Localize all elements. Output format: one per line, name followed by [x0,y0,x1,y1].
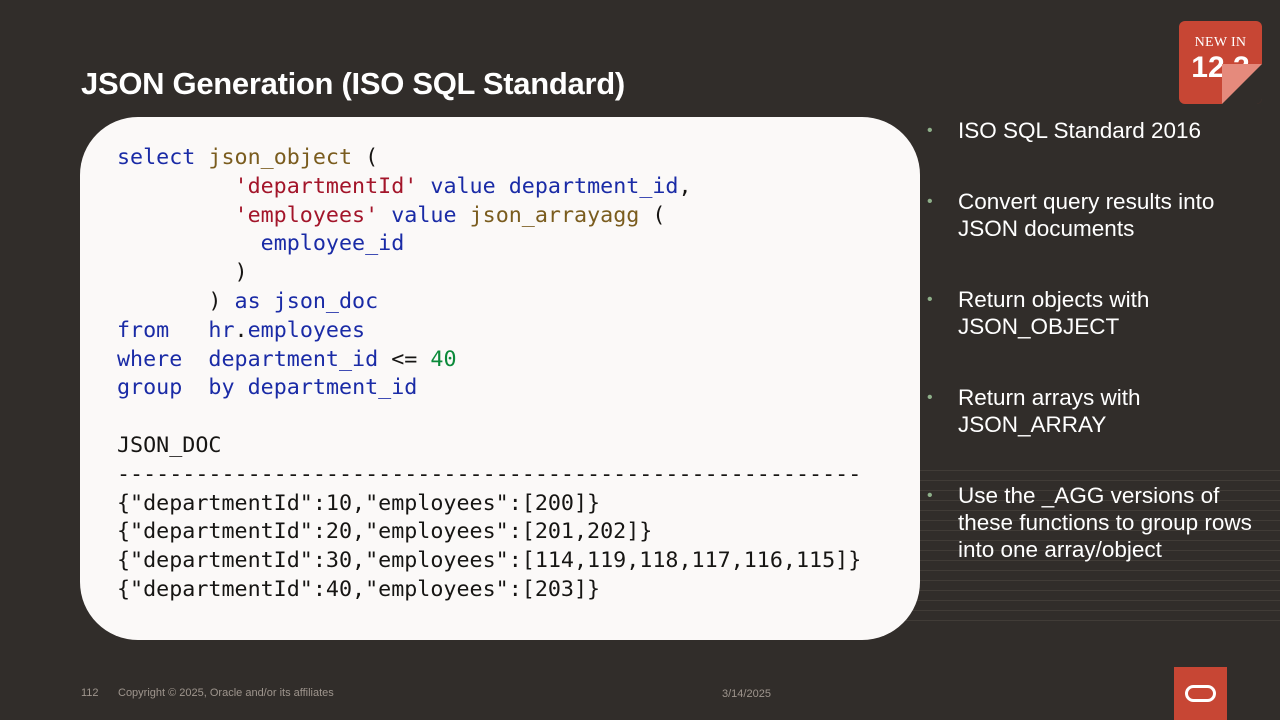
slide-date: 3/14/2025 [722,688,771,700]
copyright-text: Copyright © 2025, Oracle and/or its affi… [118,687,334,699]
code-line: JSON_DOC [117,433,221,458]
code-block: select json_object ( 'departmentId' valu… [117,144,861,605]
code-token: employee_id [260,231,405,257]
code-token: from [117,317,170,343]
bullet-text: Return arrays with JSON_ARRAY [958,385,1141,437]
bullet-icon: • [927,193,933,210]
bullet-item: • Return objects with JSON_OBJECT [927,286,1267,340]
code-line: from hr.employees [117,318,365,343]
bullet-icon: • [927,389,933,406]
code-token: employees [247,317,366,343]
code-token: 'departmentId' [234,173,418,199]
bullet-text: Use the _AGG versions of these functions… [958,483,1252,562]
bullet-item: • Return arrays with JSON_ARRAY [927,384,1267,438]
bullet-text: Return objects with JSON_OBJECT [958,287,1150,339]
code-token: hr [208,317,235,343]
code-line: group by department_id [117,375,417,400]
code-line: ) [117,260,248,285]
code-line: ----------------------------------------… [117,462,861,487]
code-token: json_object [208,145,353,170]
bullet-icon: • [927,487,933,504]
code-token: value [430,173,496,199]
page-fold-icon [1222,64,1262,104]
bullet-icon: • [927,122,933,139]
code-line: select json_object ( [117,145,378,170]
code-token: ( [639,202,666,228]
bullet-item: • ISO SQL Standard 2016 [927,117,1267,144]
code-token: group [117,375,183,401]
code-token: ( [352,145,379,170]
code-token: 'employees' [234,202,379,228]
badge-label: NEW IN [1194,35,1247,50]
code-token: json_arrayagg [469,202,640,228]
bullet-text: Convert query results into JSON document… [958,189,1215,241]
code-token: {"departmentId":10,"employees":[200]} [117,490,601,516]
code-token: department_id [247,375,418,401]
code-token: {"departmentId":40,"employees":[203]} [117,576,601,602]
slide-title: JSON Generation (ISO SQL Standard) [81,66,625,101]
code-line: {"departmentId":40,"employees":[203]} [117,577,600,602]
code-line: {"departmentId":20,"employees":[201,202]… [117,519,652,544]
code-token: ) [117,288,235,314]
code-line: {"departmentId":30,"employees":[114,119,… [117,548,861,573]
code-line: ) as json_doc [117,289,378,314]
bullet-text: ISO SQL Standard 2016 [958,118,1202,143]
code-token: ----------------------------------------… [117,461,862,487]
code-token: value [391,202,457,228]
bullet-icon: • [927,291,933,308]
code-token: JSON_DOC [117,432,222,458]
new-in-badge: NEW IN 12.2 [1179,21,1262,104]
oracle-ring-icon [1185,685,1216,702]
code-token: department_id [508,173,679,199]
code-token: {"departmentId":30,"employees":[114,119,… [117,548,862,574]
code-line: where department_id <= 40 [117,347,457,372]
code-line: employee_id [117,231,405,257]
oracle-logo-icon [1174,667,1227,720]
code-line: 'departmentId' value department_id, [117,174,692,199]
code-token: by [208,375,235,401]
code-token: department_id [208,346,379,372]
code-token: where [117,346,183,372]
code-token: ) [117,260,248,286]
bullet-item: • Use the _AGG versions of these function… [927,482,1267,563]
code-token: <= [378,346,431,372]
code-token: 40 [430,346,457,372]
page-number: 112 [81,687,99,699]
bullet-item: • Convert query results into JSON documen… [927,188,1267,242]
bullet-list: • ISO SQL Standard 2016 • Convert query re… [927,117,1267,607]
code-token: select [117,145,196,170]
code-token: as [234,288,261,314]
code-line: 'employees' value json_arrayagg ( [117,202,666,228]
code-token: json_doc [273,288,379,314]
code-token: . [234,317,248,343]
code-token: {"departmentId":20,"employees":[201,202]… [117,519,653,545]
code-line: {"departmentId":10,"employees":[200]} [117,491,600,516]
code-token: , [678,173,692,199]
